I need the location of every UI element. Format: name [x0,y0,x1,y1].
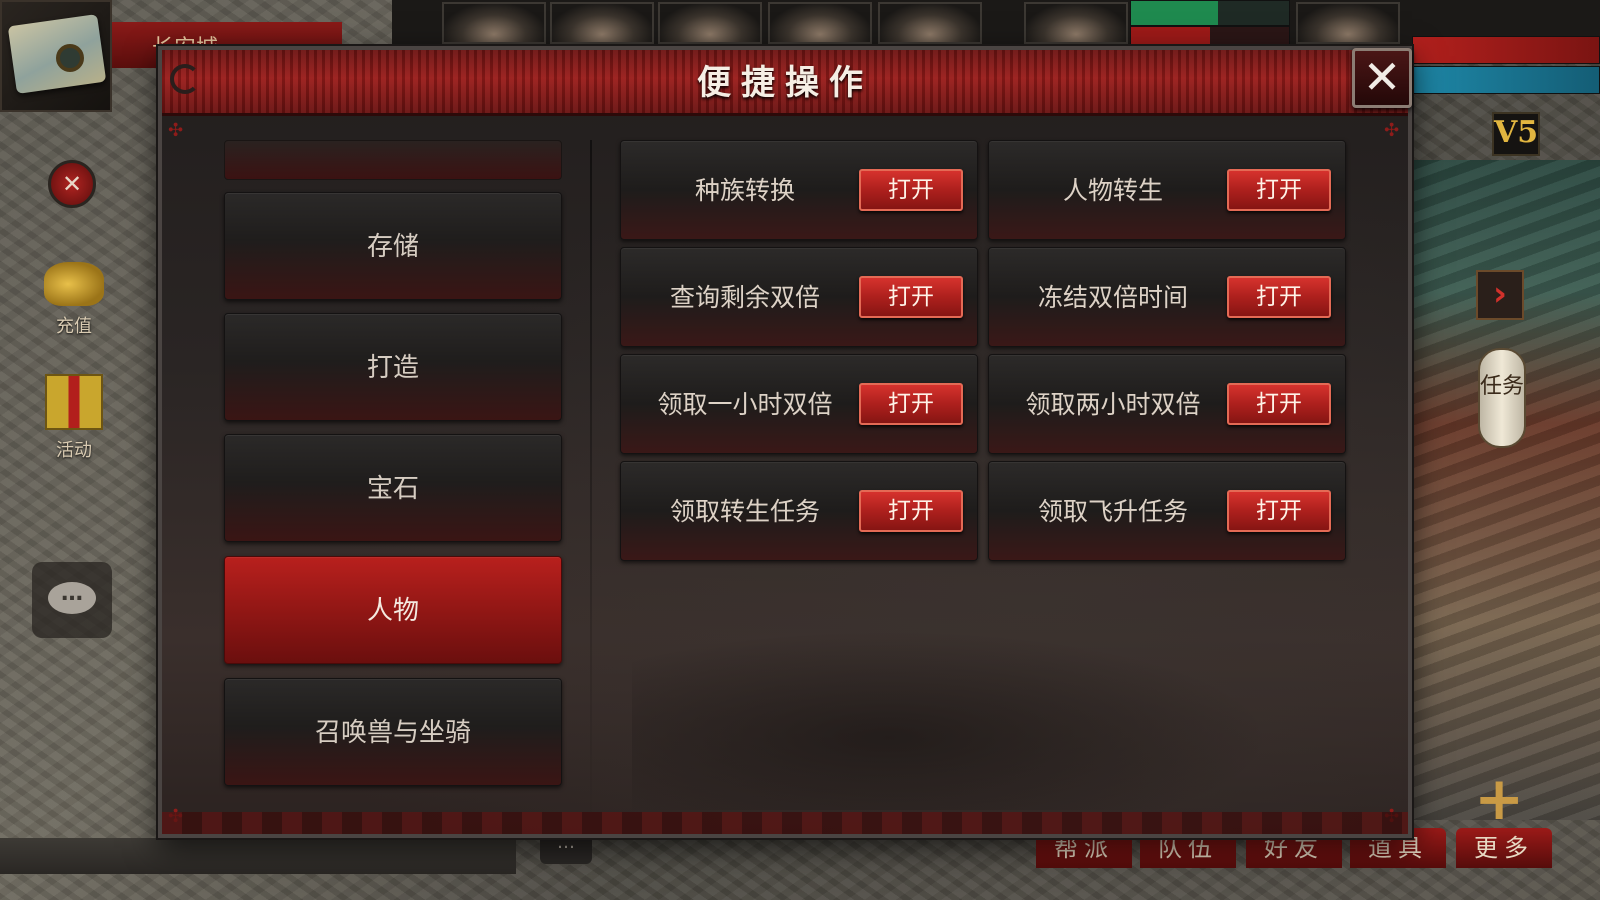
party-portrait[interactable] [550,2,654,44]
category-gems[interactable]: 宝石 [224,434,562,542]
plus-icon[interactable]: + [1474,769,1524,829]
open-claim-1h-double-button[interactable]: 打开 [859,383,963,425]
category-character[interactable]: 人物 [224,556,562,664]
chevron-right-icon[interactable]: › [1476,270,1524,320]
player-portrait[interactable] [1296,2,1400,44]
action-label: 种族转换 [694,176,795,205]
bottom-frieze [162,812,1408,834]
action-card: 领取转生任务 打开 [620,461,978,561]
pet-status-bars [1130,0,1290,46]
expand-chat-tab[interactable]: … [540,834,592,864]
party-portrait[interactable] [658,2,762,44]
action-card: 领取一小时双倍 打开 [620,354,978,454]
action-label: 冻结双倍时间 [1037,283,1188,312]
category-storage[interactable]: 存储 [224,192,562,300]
party-portrait[interactable] [768,2,872,44]
menu-more[interactable]: 更多 [1456,828,1552,868]
action-label: 领取飞升任务 [1037,497,1188,526]
background-fog [632,630,1272,810]
action-card: 领取两小时双倍 打开 [988,354,1346,454]
hp-bar [1412,36,1600,64]
corner-ornament-icon: ✣ [168,120,184,141]
gift-icon [45,374,103,430]
dialog-header: 便捷操作 [162,50,1408,116]
coins-icon [44,262,104,306]
action-card: 种族转换 打开 [620,140,978,240]
action-label: 领取一小时双倍 [657,390,833,419]
open-race-change-button[interactable]: 打开 [859,169,963,211]
game-world-right [1412,160,1600,820]
close-dialog-button[interactable]: ✕ [1352,48,1412,108]
column-divider [590,140,592,840]
quest-button[interactable]: 任务 [1478,348,1526,448]
magnifier-icon [56,44,84,72]
category-scroll-stub [224,140,562,180]
chat-bubble-icon: … [48,582,96,614]
activity-label: 活动 [56,440,92,461]
action-label: 人物转生 [1062,176,1163,205]
activity-button[interactable]: 活动 [34,374,114,462]
bottom-left-ground [0,838,516,874]
action-card: 领取飞升任务 打开 [988,461,1346,561]
mp-bar [1412,66,1600,94]
close-icon[interactable]: ✕ [48,160,96,208]
open-query-double-button[interactable]: 打开 [859,276,963,318]
party-portrait[interactable] [878,2,982,44]
open-rebirth-quest-button[interactable]: 打开 [859,490,963,532]
vip-badge[interactable]: V5 [1492,112,1540,156]
recharge-button[interactable]: 充值 [34,262,114,338]
party-portrait[interactable] [442,2,546,44]
open-ascension-quest-button[interactable]: 打开 [1227,490,1331,532]
minimap-button[interactable] [0,0,112,112]
pet-portrait[interactable] [1024,2,1128,44]
recharge-label: 充值 [56,316,92,337]
action-card: 查询剩余双倍 打开 [620,247,978,347]
open-freeze-double-button[interactable]: 打开 [1227,276,1331,318]
open-rebirth-button[interactable]: 打开 [1227,169,1331,211]
open-claim-2h-double-button[interactable]: 打开 [1227,383,1331,425]
corner-ornament-icon: ✣ [1384,120,1400,141]
action-label: 领取两小时双倍 [1025,390,1201,419]
category-pets-mounts[interactable]: 召唤兽与坐骑 [224,678,562,786]
dialog-title: 便捷操作 [697,63,873,103]
action-card: 人物转生 打开 [988,140,1346,240]
quick-actions-dialog: 便捷操作 ✕ ✣ ✣ ✣ ✣ 存储 打造 宝石 人物 召唤兽与坐骑 种族转换 打… [158,46,1412,840]
chat-button[interactable]: … [32,562,112,638]
action-card: 冻结双倍时间 打开 [988,247,1346,347]
category-forge[interactable]: 打造 [224,313,562,421]
player-status-bars [1412,36,1600,96]
action-label: 领取转生任务 [669,497,820,526]
action-label: 查询剩余双倍 [669,283,820,312]
